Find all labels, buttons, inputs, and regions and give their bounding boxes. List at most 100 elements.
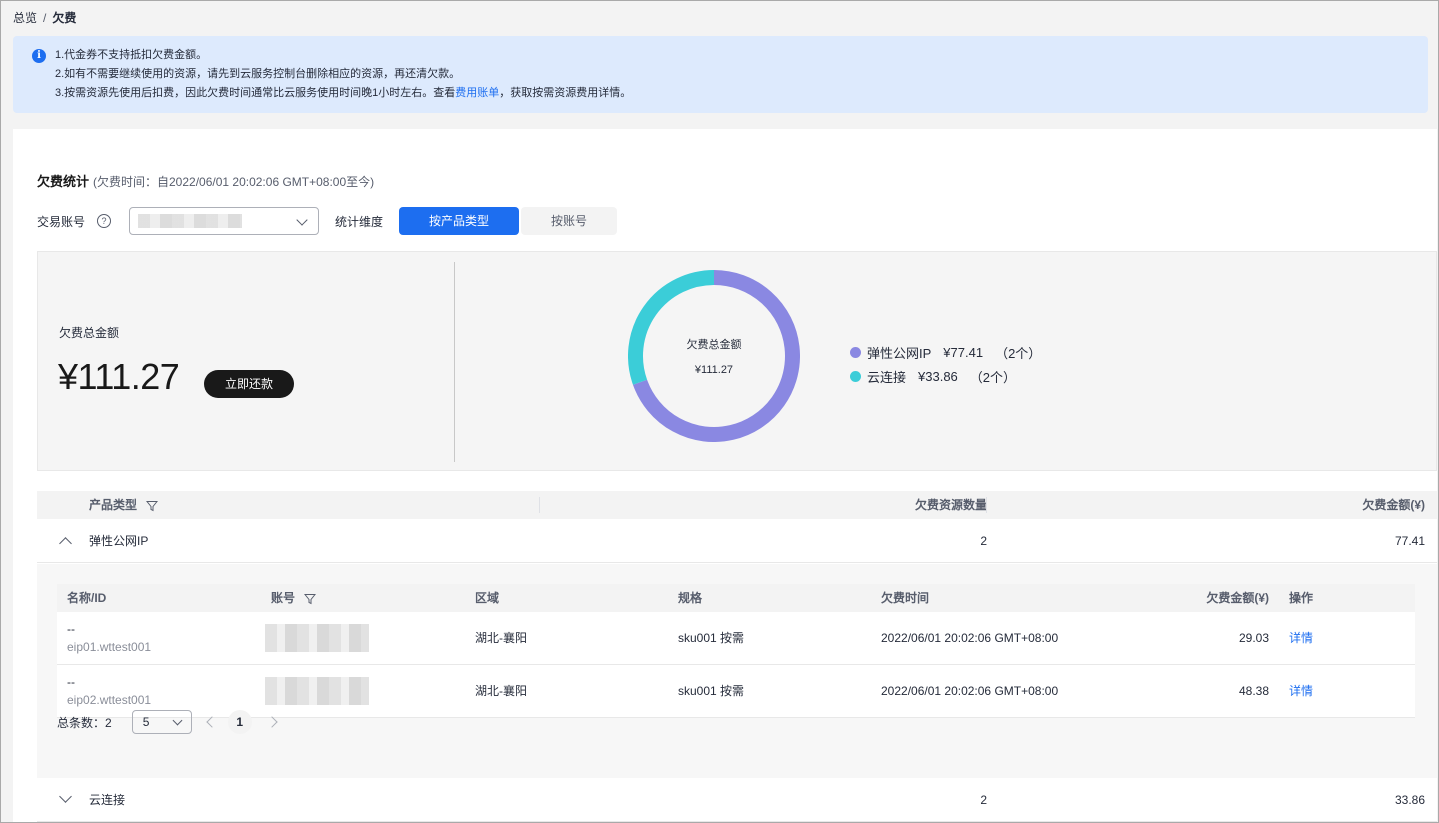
resource-id: eip02.wttest001 <box>67 693 152 707</box>
total-label: 欠费总金额 <box>59 326 120 340</box>
next-page-icon[interactable] <box>266 716 278 728</box>
table-row: -- eip01.wttest001 湖北-襄阳 sku001 按需 2022/… <box>57 612 1415 665</box>
total-count: 总条数：2 <box>57 715 112 730</box>
chevron-up-icon[interactable] <box>59 537 72 550</box>
notice-banner: i 1.代金券不支持抵扣欠费金额。 2.如有不需要继续使用的资源，请先到云服务控… <box>13 36 1428 113</box>
page-size-value: 5 <box>142 715 150 729</box>
donut-label: 欠费总金额 <box>686 339 742 351</box>
col-product-type-label: 产品类型 <box>89 498 138 512</box>
resource-amount: 48.38 <box>1238 684 1269 698</box>
legend-name: 云连接 <box>867 369 907 385</box>
col-account-label: 账号 <box>271 591 296 605</box>
col-account[interactable]: 账号 <box>271 584 317 612</box>
col-amount: 欠费金额(¥) <box>1206 591 1269 605</box>
legend-amount: ¥33.86 <box>918 368 958 384</box>
bill-link[interactable]: 费用账单 <box>455 87 499 99</box>
group-amount: 77.41 <box>1394 534 1425 548</box>
stats-title-row: 欠费统计 (欠费时间：自2022/06/01 20:02:06 GMT+08:00… <box>37 171 374 190</box>
col-product-type[interactable]: 产品类型 <box>89 491 159 519</box>
col-spec: 规格 <box>678 591 703 605</box>
arrears-card: 欠费统计 (欠费时间：自2022/06/01 20:02:06 GMT+08:00… <box>13 129 1437 822</box>
resource-amount: 29.03 <box>1238 631 1269 645</box>
group-detail-eip: 名称/ID 账号 区域 规格 欠费时间 欠费金额(¥) 操作 -- eip01.… <box>37 564 1437 778</box>
donut-amount: ¥111.27 <box>694 364 734 376</box>
legend-count: （2个） <box>969 369 1017 385</box>
filter-icon[interactable] <box>304 593 317 605</box>
breadcrumb-current: 欠费 <box>52 11 77 25</box>
masked-account-value <box>138 214 243 228</box>
account-label: 交易账号 <box>37 214 86 229</box>
breadcrumb-separator: / <box>43 11 47 25</box>
filter-bar: 交易账号 ? 统计维度 按产品类型 按账号 <box>37 207 618 235</box>
legend-dot <box>850 370 861 382</box>
summary-panel: 欠费总金额 ¥111.27 立即还款 欠费总金额 ¥111.27 弹性公网IP … <box>37 251 1437 471</box>
detail-link[interactable]: 详情 <box>1289 665 1313 718</box>
legend-dot <box>850 346 861 358</box>
notice-line-1: 1.代金券不支持抵扣欠费金额。 <box>55 49 208 61</box>
dimension-toggle: 按产品类型 按账号 <box>399 207 618 235</box>
col-region: 区域 <box>475 591 500 605</box>
breadcrumb: 总览 / 欠费 <box>13 9 76 26</box>
help-icon[interactable]: ? <box>97 214 112 228</box>
masked-account <box>265 677 369 705</box>
col-name-id: 名称/ID <box>67 591 107 605</box>
col-separator <box>539 497 540 513</box>
notice-line-2: 2.如有不需要继续使用的资源，请先到云服务控制台删除相应的资源，再还清欠款。 <box>55 68 461 80</box>
prev-page-icon[interactable] <box>206 716 218 728</box>
legend-item-cloud-connect[interactable]: 云连接 ¥33.86 （2个） <box>850 364 1041 388</box>
notice-line-3-text: 3.按需资源先使用后扣费，因此欠费时间通常比云服务使用时间晚1小时左右。查看 <box>55 87 456 99</box>
resource-spec: sku001 按需 <box>678 684 745 698</box>
group-row-eip[interactable]: 弹性公网IP 2 77.41 <box>37 519 1437 563</box>
group-row-cloud-connect[interactable]: 云连接 2 33.86 <box>37 778 1437 822</box>
resource-id: eip01.wttest001 <box>67 640 152 654</box>
col-operation: 操作 <box>1289 591 1314 605</box>
notice-line-3: 3.按需资源先使用后扣费，因此欠费时间通常比云服务使用时间晚1小时左右。查看费用… <box>55 84 1428 103</box>
resource-table-header: 名称/ID 账号 区域 规格 欠费时间 欠费金额(¥) 操作 <box>57 584 1415 612</box>
chart-legend: 弹性公网IP ¥77.41 （2个） 云连接 ¥33.86 （2个） <box>850 340 1041 388</box>
col-resource-count: 欠费资源数量 <box>914 498 987 512</box>
legend-item-eip[interactable]: 弹性公网IP ¥77.41 （2个） <box>850 340 1041 364</box>
legend-count: （2个） <box>995 345 1042 361</box>
dim-product-button[interactable]: 按产品类型 <box>399 207 520 235</box>
legend-name: 弹性公网IP <box>867 345 932 361</box>
page-frame: 总览 / 欠费 i 1.代金券不支持抵扣欠费金额。 2.如有不需要继续使用的资源，请… <box>0 0 1439 823</box>
resource-spec: sku001 按需 <box>678 631 745 645</box>
pagination: 总条数：2 5 1 <box>57 710 278 734</box>
masked-account <box>265 624 369 652</box>
resource-time: 2022/06/01 20:02:06 GMT+08:00 <box>881 684 1059 698</box>
dimension-label: 统计维度 <box>335 214 384 229</box>
col-separator <box>986 497 987 513</box>
total-amount: ¥111.27 <box>58 356 180 397</box>
col-arrears-amount: 欠费金额(¥) <box>1362 498 1425 512</box>
filter-icon[interactable] <box>146 500 159 512</box>
resource-name: -- <box>67 622 75 636</box>
group-amount: 33.86 <box>1394 793 1425 807</box>
resource-region: 湖北-襄阳 <box>475 631 527 645</box>
info-icon: i <box>32 49 46 63</box>
page-number[interactable]: 1 <box>227 710 252 734</box>
panel-divider <box>454 262 455 462</box>
group-name: 弹性公网IP <box>89 534 149 548</box>
notice-line-3-tail: ，获取按需资源费用详情。 <box>499 87 632 99</box>
stats-title: 欠费统计 <box>37 174 90 189</box>
resource-table: 名称/ID 账号 区域 规格 欠费时间 欠费金额(¥) 操作 -- eip01.… <box>57 584 1415 718</box>
resource-name: -- <box>67 675 75 689</box>
chevron-down-icon[interactable] <box>59 790 72 803</box>
breadcrumb-root[interactable]: 总览 <box>13 11 37 25</box>
account-select[interactable] <box>129 207 320 235</box>
resource-region: 湖北-襄阳 <box>475 684 527 698</box>
pay-now-button[interactable]: 立即还款 <box>204 370 294 398</box>
detail-link[interactable]: 详情 <box>1289 612 1313 665</box>
stats-subtitle: (欠费时间：自2022/06/01 20:02:06 GMT+08:00至今) <box>93 175 375 189</box>
page-size-select[interactable]: 5 <box>131 710 192 734</box>
donut-center: 欠费总金额 ¥111.27 <box>629 336 799 376</box>
group-count: 2 <box>980 534 987 548</box>
table-header: 产品类型 欠费资源数量 欠费金额(¥) <box>37 491 1437 519</box>
dim-account-button[interactable]: 按账号 <box>521 207 618 235</box>
resource-time: 2022/06/01 20:02:06 GMT+08:00 <box>881 631 1059 645</box>
col-time: 欠费时间 <box>881 591 930 605</box>
group-count: 2 <box>980 793 987 807</box>
legend-amount: ¥77.41 <box>943 344 984 360</box>
chevron-down-icon <box>296 214 308 226</box>
chevron-down-icon <box>172 715 183 726</box>
